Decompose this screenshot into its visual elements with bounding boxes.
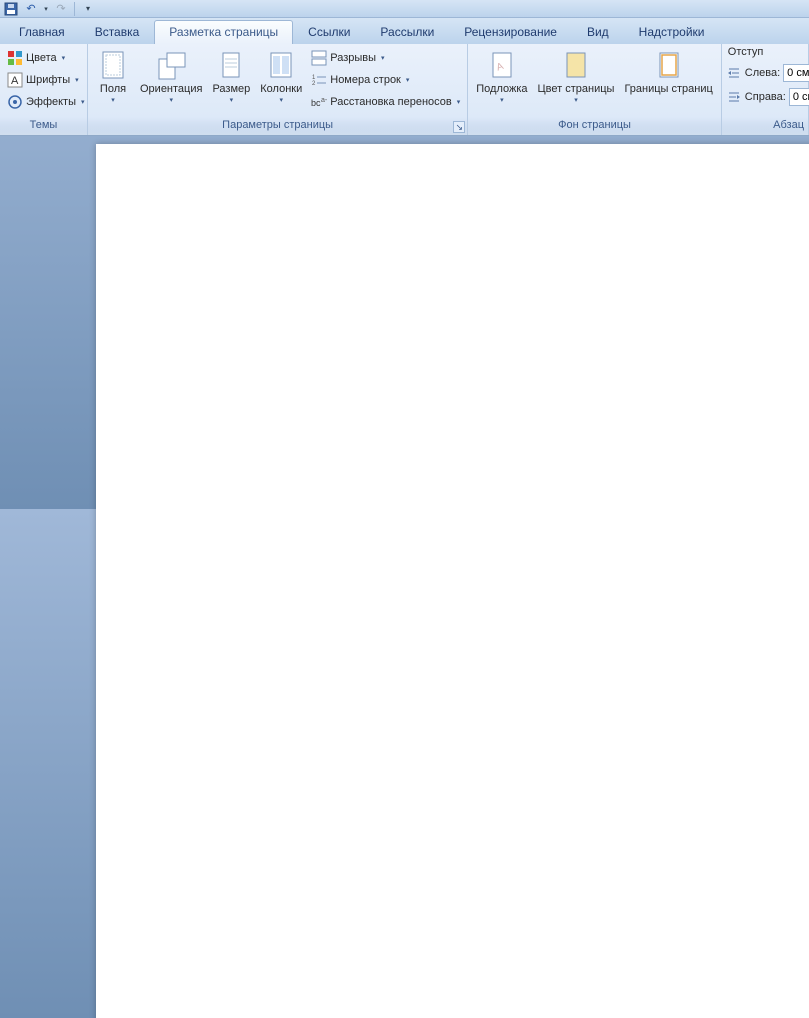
tab-insert[interactable]: Вставка: [80, 20, 155, 44]
breaks-button[interactable]: Разрывы ▾: [308, 47, 463, 69]
size-button[interactable]: Размер ▾: [208, 47, 254, 119]
chevron-down-icon: ▾: [381, 54, 385, 62]
indent-left-icon: [726, 65, 742, 81]
tab-references[interactable]: Ссылки: [293, 20, 365, 44]
chevron-down-icon: ▾: [457, 98, 461, 106]
chevron-down-icon: ▾: [169, 95, 173, 107]
colors-icon: [7, 50, 23, 66]
colors-button[interactable]: Цвета ▾: [4, 47, 83, 69]
tab-home[interactable]: Главная: [4, 20, 80, 44]
group-themes: Цвета ▾ A Шрифты ▾ Эффекты ▾: [0, 44, 88, 135]
indent-left-input[interactable]: [784, 67, 809, 79]
group-paragraph-label: Абзац: [722, 119, 808, 135]
size-icon: [215, 49, 247, 81]
fonts-icon: A: [7, 72, 23, 88]
orientation-icon: [155, 49, 187, 81]
group-page-setup-label: Параметры страницы ↘: [88, 119, 467, 135]
orientation-label: Ориентация: [140, 83, 202, 95]
tab-page-layout[interactable]: Разметка страницы: [154, 20, 293, 44]
page-color-label: Цвет страницы: [538, 83, 615, 95]
indent-right-label: Справа:: [745, 91, 786, 103]
fonts-label: Шрифты: [26, 74, 70, 86]
indent-right-icon: [726, 89, 742, 105]
chevron-down-icon: ▾: [75, 76, 79, 84]
ribbon: Цвета ▾ A Шрифты ▾ Эффекты ▾: [0, 44, 809, 136]
watermark-button[interactable]: A Подложка ▾: [472, 47, 531, 119]
title-bar: ↶ ▾ ↷ ▾: [0, 0, 809, 18]
svg-text:2: 2: [312, 81, 316, 87]
undo-dropdown-icon[interactable]: ▾: [42, 1, 50, 17]
indent-left-label: Слева:: [745, 67, 780, 79]
indent-left-spinner[interactable]: ▲▼: [783, 64, 809, 82]
page-setup-launcher-icon[interactable]: ↘: [453, 121, 465, 133]
document-area: [0, 136, 809, 509]
chevron-down-icon: ▾: [81, 98, 85, 106]
group-page-setup: Поля ▾ Ориентация ▾ Размер ▾: [88, 44, 468, 135]
tab-mailings[interactable]: Рассылки: [365, 20, 449, 44]
chevron-down-icon: ▾: [500, 95, 504, 107]
watermark-icon: A: [486, 49, 518, 81]
margins-icon: [97, 49, 129, 81]
chevron-down-icon: ▾: [111, 95, 115, 107]
svg-text:bc: bc: [311, 98, 321, 108]
undo-icon[interactable]: ↶: [22, 1, 40, 17]
margins-label: Поля: [100, 83, 126, 95]
line-numbers-icon: 12: [311, 72, 327, 88]
margins-button[interactable]: Поля ▾: [92, 47, 134, 119]
tab-addins[interactable]: Надстройки: [624, 20, 720, 44]
svg-text:A: A: [11, 75, 19, 87]
chevron-down-icon: ▾: [280, 95, 284, 107]
hyphenation-button[interactable]: bca- Расстановка переносов ▾: [308, 91, 463, 113]
page-color-button[interactable]: Цвет страницы ▾: [534, 47, 619, 119]
breaks-label: Разрывы: [330, 52, 376, 64]
group-themes-label: Темы: [0, 119, 87, 135]
redo-icon[interactable]: ↷: [52, 1, 70, 17]
page-color-icon: [560, 49, 592, 81]
group-page-background: A Подложка ▾ Цвет страницы ▾ Границы стр…: [468, 44, 722, 135]
chevron-down-icon: ▾: [406, 76, 410, 84]
page-borders-label: Границы страниц: [624, 83, 712, 95]
group-page-background-label: Фон страницы: [468, 119, 721, 135]
tab-view[interactable]: Вид: [572, 20, 624, 44]
breaks-icon: [311, 50, 327, 66]
save-icon[interactable]: [2, 1, 20, 17]
qat-customize-icon[interactable]: ▾: [79, 1, 97, 17]
document-page[interactable]: [96, 144, 809, 1018]
effects-button[interactable]: Эффекты ▾: [4, 91, 83, 113]
effects-icon: [7, 94, 23, 110]
ribbon-tabs: Главная Вставка Разметка страницы Ссылки…: [0, 18, 809, 44]
tab-review[interactable]: Рецензирование: [449, 20, 572, 44]
indent-header: Отступ: [726, 46, 804, 60]
fonts-button[interactable]: A Шрифты ▾: [4, 69, 83, 91]
watermark-label: Подложка: [476, 83, 527, 95]
columns-button[interactable]: Колонки ▾: [256, 47, 306, 119]
chevron-down-icon: ▾: [574, 95, 578, 107]
columns-icon: [265, 49, 297, 81]
group-paragraph: Отступ Слева: ▲▼ Справа: ▲▼: [722, 44, 809, 135]
line-numbers-label: Номера строк: [330, 74, 401, 86]
qat-separator: [74, 2, 75, 16]
effects-label: Эффекты: [26, 96, 76, 108]
size-label: Размер: [212, 83, 250, 95]
hyphenation-icon: bca-: [311, 94, 327, 110]
chevron-down-icon: ▾: [230, 95, 234, 107]
indent-right-input[interactable]: [790, 91, 809, 103]
orientation-button[interactable]: Ориентация ▾: [136, 47, 206, 119]
indent-right-spinner[interactable]: ▲▼: [789, 88, 809, 106]
chevron-down-icon: ▾: [62, 54, 66, 62]
line-numbers-button[interactable]: 12 Номера строк ▾: [308, 69, 463, 91]
page-borders-button[interactable]: Границы страниц: [620, 47, 716, 119]
page-borders-icon: [653, 49, 685, 81]
hyphenation-label: Расстановка переносов: [330, 96, 451, 108]
colors-label: Цвета: [26, 52, 57, 64]
svg-text:a-: a-: [321, 97, 327, 104]
columns-label: Колонки: [260, 83, 302, 95]
